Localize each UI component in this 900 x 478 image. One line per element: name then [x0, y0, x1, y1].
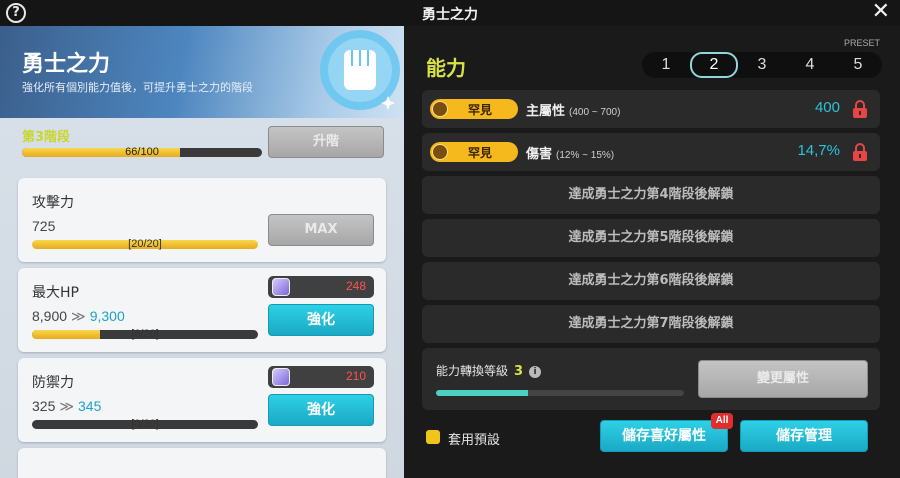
next-value: 345 — [78, 398, 102, 414]
cost-pill: 210 — [268, 366, 374, 388]
stat-value: 325 ≫ 345 — [32, 398, 101, 415]
all-badge: All — [711, 413, 733, 429]
ability-row: 罕見 主屬性 (400 ~ 700) 400 — [422, 90, 880, 128]
stat-name: 最大HP — [32, 285, 79, 301]
gem-icon — [272, 368, 290, 386]
arrow-icon: ≫ — [59, 398, 75, 414]
stat-range: (400 ~ 700) — [569, 107, 621, 118]
rarity-badge: 罕見 — [430, 99, 518, 119]
panel-title: 勇士之力 — [22, 52, 111, 77]
info-icon[interactable]: i — [529, 366, 542, 378]
conversion-level-value: 3 — [514, 364, 524, 379]
stat-progress-text: [0/20] — [131, 418, 159, 430]
rarity-icon — [432, 101, 448, 117]
ability-stat-name: 主屬性 (400 ~ 700) — [526, 100, 620, 119]
save-favorite-button[interactable]: 儲存喜好屬性 All — [600, 413, 733, 452]
stat-name: 攻擊力 — [32, 195, 74, 211]
hero-banner: 勇士之力 強化所有個別能力值後，可提升勇士之力的階段 — [0, 26, 404, 118]
conversion-progress-fill — [436, 390, 528, 396]
save-favorite-label: 儲存喜好屬性 — [622, 428, 706, 444]
conversion-label-text: 能力轉換等級 — [436, 364, 509, 378]
change-attribute-button[interactable]: 變更屬性 — [698, 360, 868, 398]
next-value: 9,300 — [89, 308, 125, 324]
rarity-label: 罕見 — [468, 103, 493, 117]
conversion-level-box: 能力轉換等級 3 i 變更屬性 — [422, 348, 880, 410]
current-value: 8,900 — [32, 308, 68, 324]
lock-icon[interactable] — [852, 142, 868, 162]
apply-preset-checkbox[interactable] — [426, 430, 440, 444]
enhance-button[interactable]: 強化 — [268, 304, 374, 336]
ability-row: 罕見 傷害 (12% ~ 15%) 14,7% — [422, 133, 880, 171]
current-value: 725 — [32, 218, 56, 234]
cost-pill: 248 — [268, 276, 374, 298]
preset-label: PRESET — [844, 38, 881, 48]
stage-label: 第3階段 — [22, 130, 71, 145]
ability-panel: 能力 PRESET 1 2 3 4 5 罕見 主屬性 (400 ~ 700) 40… — [404, 26, 900, 478]
stat-progress-text: [6/20] — [131, 328, 159, 340]
rarity-icon — [432, 144, 448, 160]
stat-name-text: 主屬性 — [526, 104, 566, 119]
fist-emblem-icon — [320, 30, 400, 110]
gem-icon — [272, 278, 290, 296]
max-button[interactable]: MAX — [268, 214, 374, 246]
preset-tab-5[interactable]: 5 — [834, 52, 882, 78]
warrior-power-panel: 勇士之力 強化所有個別能力值後，可提升勇士之力的階段 第3階段 66/100 升… — [0, 26, 404, 478]
stat-card-attack: 攻擊力 725 [20/20] MAX — [18, 178, 386, 262]
current-value: 325 — [32, 398, 56, 414]
locked-slot: 達成勇士之力第7階段後解鎖 — [422, 305, 880, 343]
arrow-icon: ≫ — [71, 308, 86, 324]
cost-value: 248 — [345, 279, 366, 293]
stat-name: 防禦力 — [32, 375, 74, 391]
conversion-level-label: 能力轉換等級 3 i — [436, 362, 542, 379]
stat-card-defense: 防禦力 325 ≫ 345 [0/20] 210 強化 — [18, 358, 386, 442]
stat-value: 8,900 ≫ 9,300 — [32, 308, 125, 325]
title-bar: ? 勇士之力 ✕ — [0, 0, 900, 26]
preset-selector: 1 2 3 4 5 — [642, 52, 882, 78]
stat-card-partial — [18, 448, 386, 478]
ability-stat-value: 400 — [814, 99, 840, 116]
ability-title: 能力 — [426, 56, 466, 80]
upgrade-button[interactable]: 升階 — [268, 126, 384, 158]
rarity-badge: 罕見 — [430, 142, 518, 162]
panel-subtitle: 強化所有個別能力值後，可提升勇士之力的階段 — [22, 81, 253, 94]
stat-value: 725 — [32, 218, 55, 234]
ability-stat-value: 14,7% — [797, 142, 840, 159]
preset-tab-1[interactable]: 1 — [642, 52, 690, 78]
lock-icon[interactable] — [852, 99, 868, 119]
close-button[interactable]: ✕ — [872, 0, 890, 24]
locked-slot: 達成勇士之力第5階段後解鎖 — [422, 219, 880, 257]
window-title: 勇士之力 — [422, 7, 478, 23]
enhance-button[interactable]: 強化 — [268, 394, 374, 426]
preset-tab-4[interactable]: 4 — [786, 52, 834, 78]
locked-slot: 達成勇士之力第6階段後解鎖 — [422, 262, 880, 300]
cost-value: 210 — [345, 369, 366, 383]
stat-progress-text: [20/20] — [128, 238, 162, 250]
stat-name-text: 傷害 — [526, 147, 553, 162]
rarity-label: 罕見 — [468, 146, 493, 160]
stat-card-max-hp: 最大HP 8,900 ≫ 9,300 [6/20] 248 強化 — [18, 268, 386, 352]
ability-stat-name: 傷害 (12% ~ 15%) — [526, 143, 614, 162]
stat-range: (12% ~ 15%) — [556, 150, 615, 161]
preset-tab-2[interactable]: 2 — [690, 52, 738, 78]
save-manage-button[interactable]: 儲存管理 — [740, 420, 868, 452]
apply-preset-label: 套用預設 — [448, 433, 501, 448]
conversion-progress-bar — [436, 390, 684, 396]
stage-progress-text: 66/100 — [125, 146, 159, 158]
preset-tab-3[interactable]: 3 — [738, 52, 786, 78]
locked-slot: 達成勇士之力第4階段後解鎖 — [422, 176, 880, 214]
